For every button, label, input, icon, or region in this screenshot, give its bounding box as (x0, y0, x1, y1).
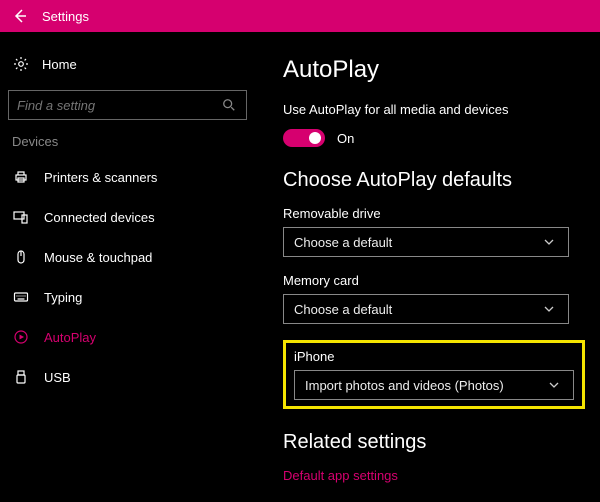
default-app-settings-link[interactable]: Default app settings (283, 468, 590, 483)
sidebar-item-connected-devices[interactable]: Connected devices (8, 197, 247, 237)
autoplay-toggle[interactable] (283, 129, 325, 147)
toggle-state-label: On (337, 131, 354, 146)
back-button[interactable] (6, 2, 34, 30)
sidebar-category-label: Devices (12, 134, 247, 149)
back-arrow-icon (11, 7, 29, 25)
sidebar-item-usb[interactable]: USB (8, 357, 247, 397)
mouse-icon (12, 248, 30, 266)
search-input-wrap[interactable] (8, 90, 247, 120)
nav-label: Typing (44, 290, 82, 305)
gear-icon (12, 55, 30, 73)
printer-icon (12, 168, 30, 186)
sidebar-item-printers[interactable]: Printers & scanners (8, 157, 247, 197)
titlebar: Settings (0, 0, 600, 32)
autoplay-icon (12, 328, 30, 346)
nav-label: AutoPlay (44, 330, 96, 345)
removable-drive-select[interactable]: Choose a default (283, 227, 569, 257)
combo-value: Choose a default (294, 302, 392, 317)
window-title: Settings (42, 9, 89, 24)
removable-drive-label: Removable drive (283, 206, 590, 221)
nav-label: Mouse & touchpad (44, 250, 152, 265)
content-pane: AutoPlay Use AutoPlay for all media and … (255, 32, 600, 502)
nav-label: Printers & scanners (44, 170, 157, 185)
defaults-heading: Choose AutoPlay defaults (283, 169, 590, 192)
nav-label: Connected devices (44, 210, 155, 225)
toggle-description: Use AutoPlay for all media and devices (283, 102, 590, 117)
page-title: AutoPlay (283, 56, 590, 84)
search-icon (220, 96, 238, 114)
iphone-label: iPhone (294, 349, 574, 364)
devices-icon (12, 208, 30, 226)
related-heading: Related settings (283, 431, 590, 454)
sidebar-home[interactable]: Home (8, 50, 247, 78)
memory-card-select[interactable]: Choose a default (283, 294, 569, 324)
nav-label: USB (44, 370, 71, 385)
sidebar-home-label: Home (42, 57, 77, 72)
sidebar: Home Devices Printers & scanners (0, 32, 255, 502)
usb-icon (12, 368, 30, 386)
iphone-highlight-box: iPhone Import photos and videos (Photos) (283, 340, 585, 409)
chevron-down-icon (540, 233, 558, 251)
sidebar-item-mouse[interactable]: Mouse & touchpad (8, 237, 247, 277)
combo-value: Import photos and videos (Photos) (305, 378, 504, 393)
chevron-down-icon (540, 300, 558, 318)
sidebar-item-autoplay[interactable]: AutoPlay (8, 317, 247, 357)
chevron-down-icon (545, 376, 563, 394)
search-input[interactable] (17, 98, 220, 113)
memory-card-label: Memory card (283, 273, 590, 288)
keyboard-icon (12, 288, 30, 306)
combo-value: Choose a default (294, 235, 392, 250)
iphone-select[interactable]: Import photos and videos (Photos) (294, 370, 574, 400)
sidebar-item-typing[interactable]: Typing (8, 277, 247, 317)
